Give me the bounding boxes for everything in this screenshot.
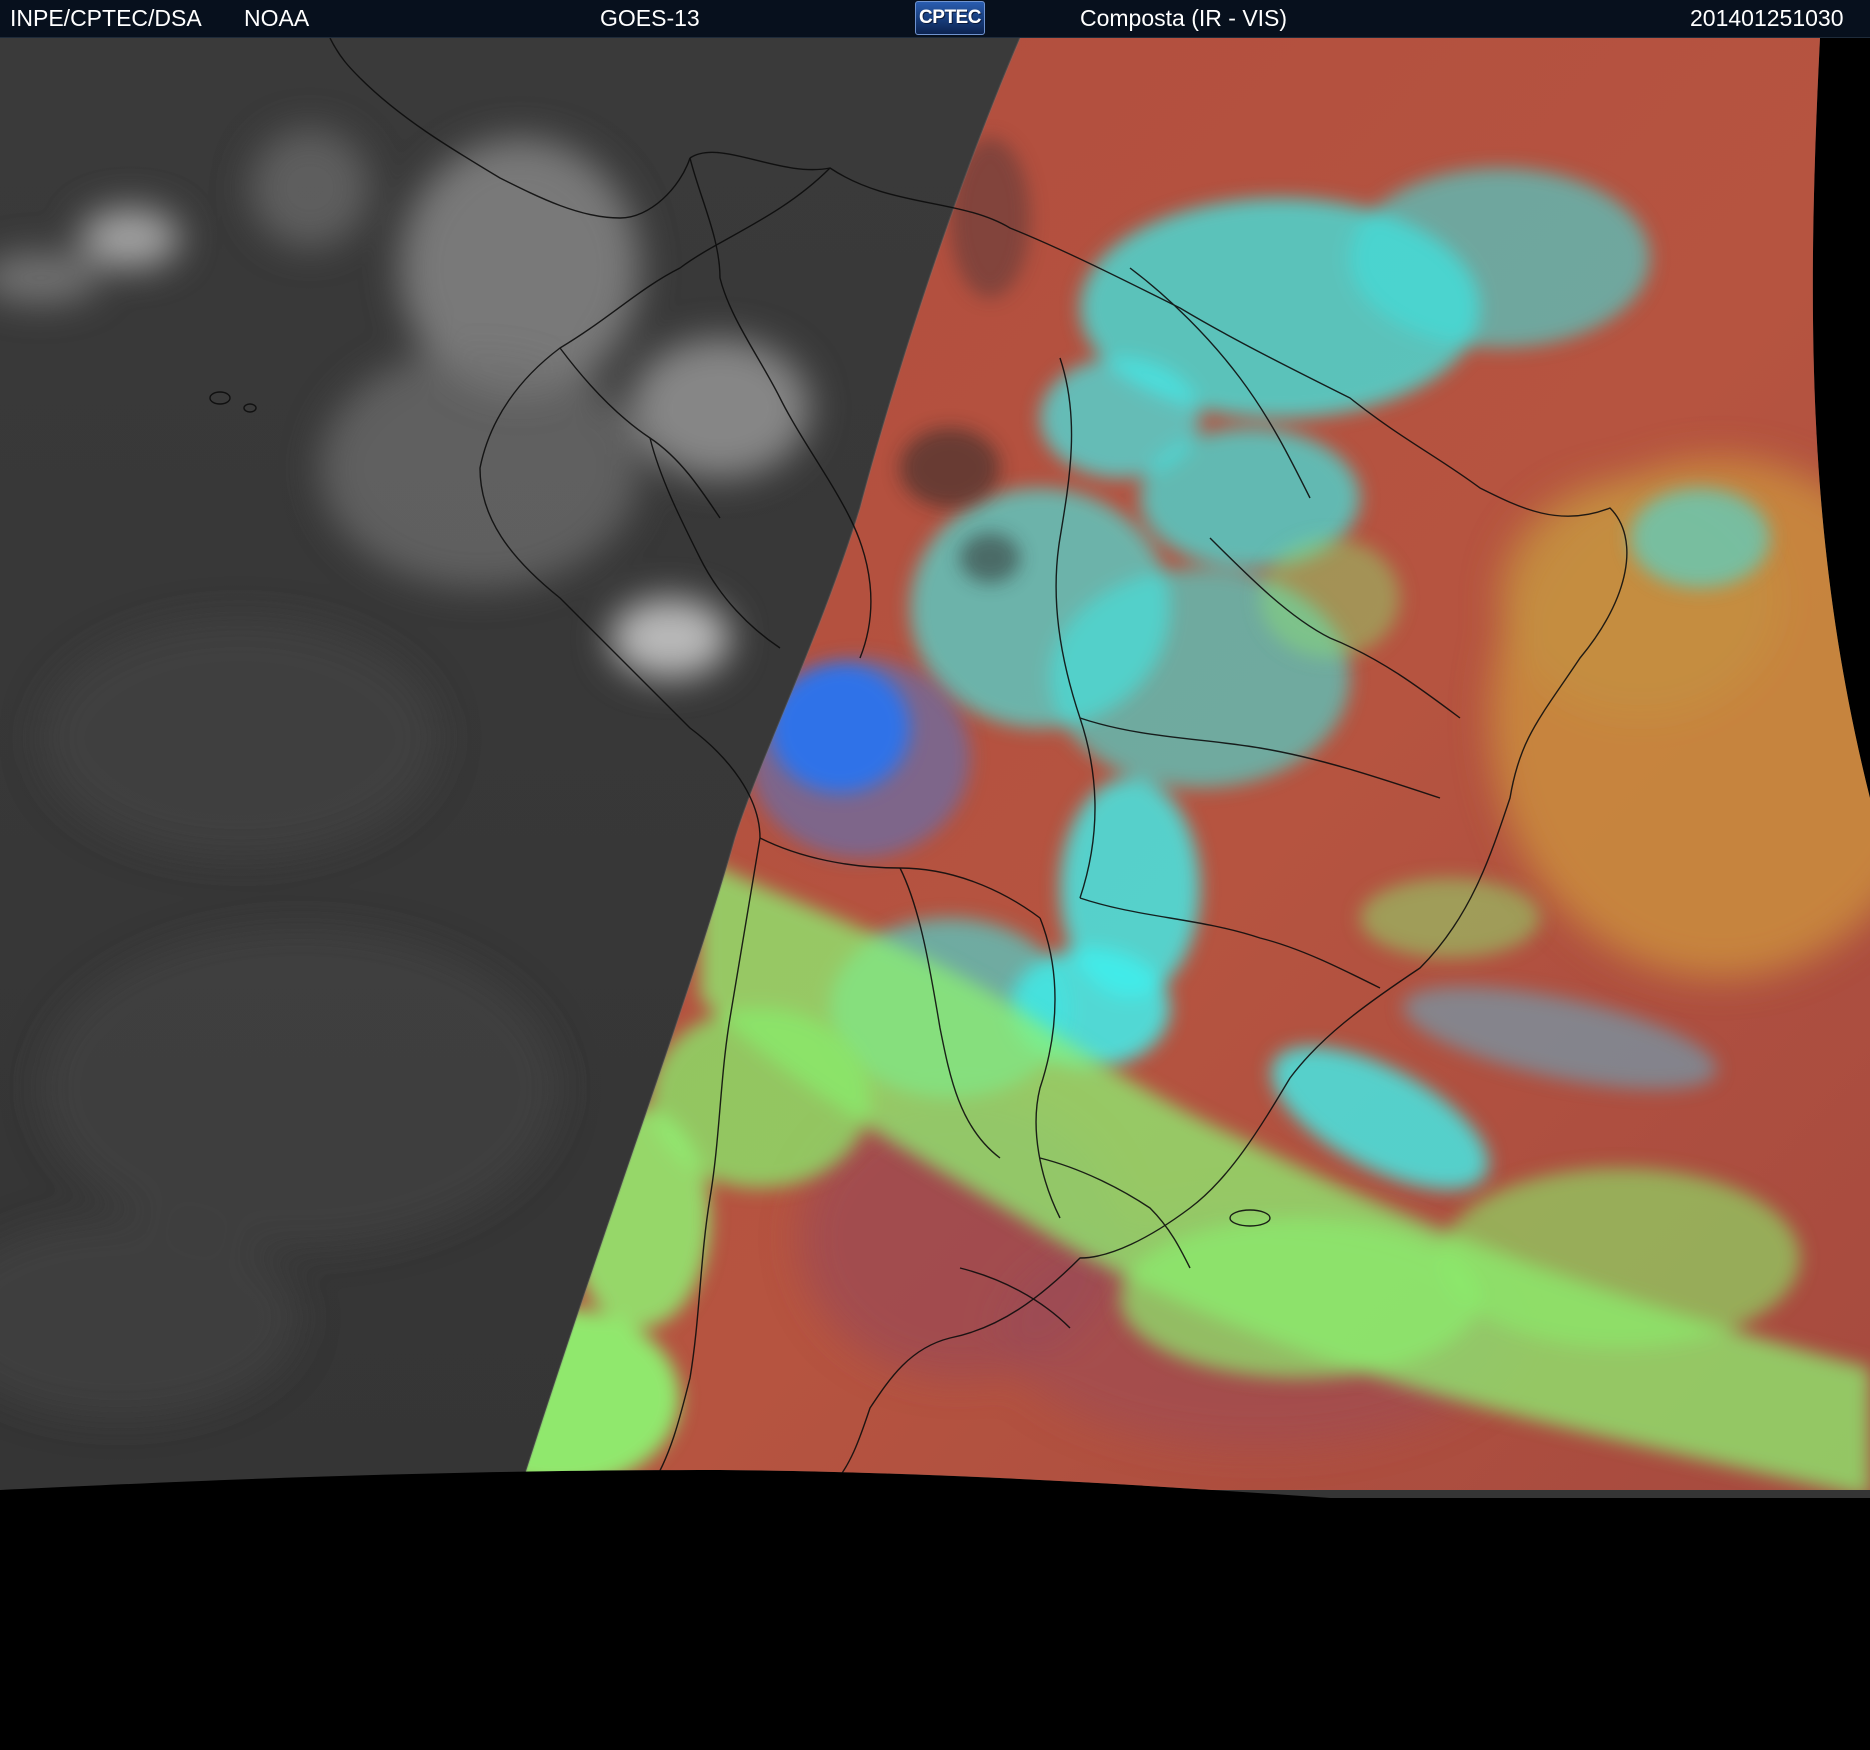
agency-label: NOAA — [244, 5, 310, 31]
image-header-bar: INPE/CPTEC/DSA NOAA GOES-13 CPTEC Compos… — [0, 0, 1870, 38]
earth-disk — [0, 38, 1870, 1498]
timestamp-label: 201401251030 — [1690, 5, 1844, 31]
institution-label: INPE/CPTEC/DSA — [10, 5, 202, 31]
logo-text: CPTEC — [919, 7, 981, 28]
satellite-composite-image — [0, 38, 1870, 1750]
product-label: Composta (IR - VIS) — [1080, 5, 1288, 31]
cptec-logo: CPTEC — [915, 1, 985, 35]
satellite-label: GOES-13 — [600, 5, 700, 31]
